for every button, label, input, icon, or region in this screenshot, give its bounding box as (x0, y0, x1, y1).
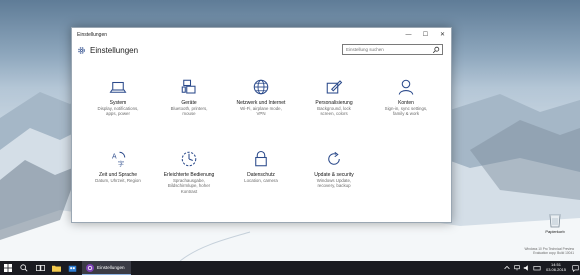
store-icon (68, 265, 76, 272)
recycle-bin[interactable]: Papierkorb (540, 212, 570, 234)
watermark-line: Evaluation copy. Build 10041 (533, 251, 574, 255)
tile-desc: mouse (182, 111, 196, 117)
tile-desc: VPN (256, 111, 266, 117)
tile-desc: Datum, Uhrzeit, Region (95, 178, 141, 183)
maximize-button[interactable]: ☐ (417, 28, 434, 41)
tile-update-security[interactable]: Update & security Windows Update, recove… (297, 150, 371, 189)
tile-privacy[interactable]: Datenschutz Location, camera (224, 150, 298, 183)
recycle-bin-label: Papierkorb (545, 229, 565, 234)
close-button[interactable]: ✕ (434, 28, 451, 41)
search-taskbar-button[interactable] (16, 261, 32, 275)
tile-devices[interactable]: Geräte Bluetooth, printers, mouse (152, 78, 226, 117)
update-icon (328, 151, 340, 165)
windows-logo-icon (4, 264, 12, 272)
tile-desc: Kontrast (180, 188, 198, 194)
ease-of-access-icon (181, 151, 197, 167)
lock-icon (255, 150, 267, 167)
tile-desc: family & work (392, 111, 420, 117)
notification-center-button[interactable] (570, 261, 580, 275)
system-tray: 14:51 03.06.2015 (502, 261, 580, 275)
settings-header: Einstellungen (72, 41, 451, 59)
search-input[interactable] (346, 47, 432, 52)
taskbar-settings-app[interactable]: Einstellungen (82, 261, 131, 275)
network-icon[interactable] (513, 264, 521, 272)
paint-icon (326, 80, 343, 94)
window-title: Einstellungen (77, 31, 108, 38)
taskbar-store[interactable] (64, 261, 80, 275)
start-button[interactable] (0, 261, 16, 275)
gear-icon (78, 46, 85, 54)
tile-desc: apps, power (106, 111, 130, 117)
search-icon (20, 264, 28, 272)
tile-system[interactable]: System Display, notifications, apps, pow… (81, 78, 155, 117)
chevron-up-icon[interactable] (503, 264, 511, 272)
minimize-button[interactable]: — (400, 28, 417, 41)
evaluation-watermark: Windows 10 Pro Technical Preview Evaluat… (524, 247, 574, 255)
tile-accounts[interactable]: Konten Sign-in, sync settings, family & … (369, 78, 443, 117)
tile-desc: screen, colors (320, 111, 348, 117)
settings-app-icon (86, 263, 94, 272)
folder-icon (51, 265, 61, 272)
taskbar: Einstellungen 14:51 03.06.2015 (0, 261, 580, 275)
svg-text:字: 字 (118, 160, 124, 168)
recycle-bin-icon (549, 214, 561, 228)
tile-time-language[interactable]: A 字 Zeit und Sprache Datum, Uhrzeit, Reg… (81, 150, 155, 183)
notification-icon (571, 264, 579, 272)
volume-icon[interactable] (523, 264, 531, 272)
globe-icon (253, 79, 269, 95)
person-icon (398, 79, 414, 95)
search-icon[interactable] (432, 46, 440, 54)
keyboard-icon[interactable] (533, 264, 541, 272)
tile-network[interactable]: Netzwerk und Internet Wi-Fi, airplane mo… (224, 78, 298, 117)
page-title: Einstellungen (90, 45, 139, 55)
taskbar-app-label: Einstellungen (97, 265, 125, 270)
clock-date: 03.06.2015 (545, 267, 566, 272)
taskbar-clock[interactable]: 14:51 03.06.2015 (546, 263, 566, 272)
search-box[interactable] (342, 44, 443, 55)
task-view-icon (35, 265, 45, 271)
time-language-icon: A 字 (112, 151, 126, 168)
window-titlebar[interactable]: Einstellungen — ☐ ✕ (72, 28, 451, 41)
settings-window: Einstellungen — ☐ ✕ Einstellungen System… (71, 27, 452, 223)
tile-desc: recovery, backup (317, 183, 351, 189)
devices-icon (181, 79, 196, 94)
task-view-button[interactable] (32, 261, 48, 275)
taskbar-explorer[interactable] (48, 261, 64, 275)
tile-desc: Location, camera (244, 178, 278, 183)
tile-ease-of-access[interactable]: Erleichterte Bedienung Sprachausgabe, Bi… (152, 150, 226, 194)
laptop-icon (109, 81, 127, 93)
svg-text:A: A (112, 152, 117, 160)
tile-personalization[interactable]: Personalisierung Background, lock screen… (297, 78, 371, 117)
